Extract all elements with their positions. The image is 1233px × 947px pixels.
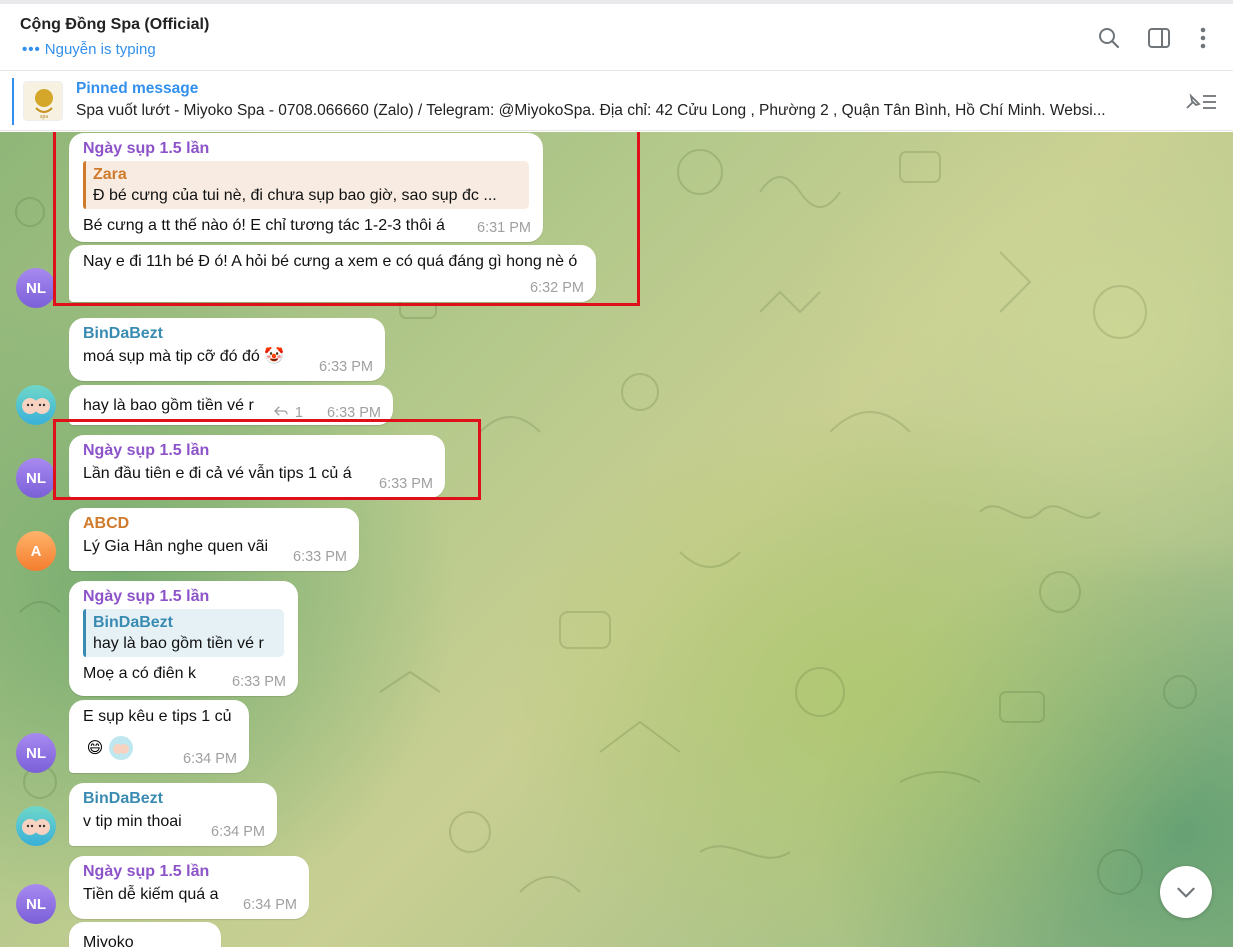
avatar[interactable]: A (16, 531, 56, 571)
message-text: Miyoko (83, 934, 134, 947)
message-time: 6:34 PM (211, 824, 265, 840)
search-icon[interactable] (1096, 25, 1122, 51)
reply-text: hay là bao gồm tiền vé r (93, 635, 264, 652)
message-sender[interactable]: Ngày sụp 1.5 lần (83, 139, 529, 159)
message-text: Nay e đi 11h bé Đ ó! A hỏi bé cưng a xem… (83, 253, 578, 270)
avatar-sticker-icon (22, 819, 50, 835)
reply-sender: BinDaBezt (93, 614, 174, 631)
svg-text:spa: spa (40, 114, 48, 120)
pinned-title: Pinned message (76, 80, 199, 97)
message-meta: 1 6:33 PM (273, 405, 381, 421)
typing-dots-icon: ••• (22, 41, 41, 58)
avatar[interactable]: NL (16, 268, 56, 308)
message-bubble[interactable]: Ngày sụp 1.5 lần Tiền dễ kiếm quá a 6:34… (69, 856, 309, 919)
message-bubble[interactable]: ABCD Lý Gia Hân nghe quen vãi 6:33 PM (69, 508, 359, 571)
message-bubble[interactable]: Nay e đi 11h bé Đ ó! A hỏi bé cưng a xem… (69, 245, 596, 302)
message-text: Bé cưng a tt thế nào ó! E chỉ tương tác … (83, 217, 445, 234)
message-bubble[interactable]: Ngày sụp 1.5 lần Lần đầu tiên e đi cả vé… (69, 435, 445, 498)
message-bubble[interactable]: hay là bao gồm tiền vé r 1 6:33 PM (69, 385, 393, 425)
message-sender[interactable]: Ngày sụp 1.5 lần (83, 862, 295, 882)
message-sender[interactable]: ABCD (83, 514, 345, 534)
pinned-indicator (12, 78, 14, 125)
message-time: 6:33 PM (319, 359, 373, 375)
reply-preview[interactable]: BinDaBezt hay là bao gồm tiền vé r (83, 609, 284, 657)
avatar[interactable]: NL (16, 733, 56, 773)
message-time: 6:33 PM (379, 476, 433, 492)
message-time: 6:33 PM (293, 549, 347, 565)
message-time: 6:31 PM (477, 220, 531, 236)
reply-sender: Zara (93, 166, 127, 183)
chat-background: Ngày sụp 1.5 lần Zara Đ bé cưng của tui … (0, 132, 1233, 947)
reply-arrow-icon[interactable] (273, 405, 291, 421)
message-time: 6:34 PM (183, 751, 237, 767)
pinned-text: Spa vuốt lướt - Miyoko Spa - 0708.066660… (76, 102, 1106, 119)
pin-list-icon[interactable] (1183, 90, 1219, 114)
chat-header[interactable]: Cộng Đồng Spa (Official) ••• Nguyễn is ty… (0, 4, 1233, 71)
message-time: 6:33 PM (232, 674, 286, 690)
typing-status: ••• Nguyễn is typing (22, 41, 156, 58)
reaction-avatar-icon[interactable] (109, 736, 133, 760)
message-bubble[interactable]: E sụp kêu e tips 1 củ 😄 6:34 PM (69, 700, 249, 773)
message-bubble[interactable]: BinDaBezt v tip min thoai 6:34 PM (69, 783, 277, 846)
reaction-emoji[interactable]: 😄 (83, 736, 107, 760)
message-sender[interactable]: Ngày sụp 1.5 lần (83, 441, 431, 461)
message-time: 6:34 PM (243, 897, 297, 913)
reply-preview[interactable]: Zara Đ bé cưng của tui nè, đi chưa sụp b… (83, 161, 529, 209)
message-time: 6:33 PM (327, 405, 381, 421)
scroll-down-button[interactable] (1160, 866, 1212, 918)
typing-status-text: Nguyễn is typing (44, 41, 156, 58)
avatar-sticker-icon (22, 398, 50, 414)
message-bubble[interactable]: BinDaBezt moá sụp mà tip cỡ đó đó 🤡 6:33… (69, 318, 385, 381)
reply-count[interactable]: 1 (295, 405, 303, 421)
avatar[interactable]: NL (16, 458, 56, 498)
message-time: 6:32 PM (530, 280, 584, 296)
message-sender[interactable]: BinDaBezt (83, 789, 263, 809)
avatar[interactable] (16, 385, 56, 425)
reply-text: Đ bé cưng của tui nè, đi chưa sụp bao gi… (93, 187, 497, 204)
pinned-message-bar[interactable]: spa Pinned message Spa vuốt lướt - Miyok… (0, 72, 1233, 131)
chat-title[interactable]: Cộng Đồng Spa (Official) (20, 16, 209, 34)
message-text: E sụp kêu e tips 1 củ (83, 708, 232, 725)
pinned-thumbnail: spa (23, 81, 63, 121)
message-sender[interactable]: BinDaBezt (83, 324, 371, 344)
sidebar-toggle-icon[interactable] (1146, 25, 1172, 51)
more-vertical-icon[interactable] (1190, 25, 1216, 51)
avatar[interactable] (16, 806, 56, 846)
chevron-down-icon (1177, 887, 1195, 898)
avatar[interactable]: NL (16, 884, 56, 924)
message-bubble[interactable]: Ngày sụp 1.5 lần Zara Đ bé cưng của tui … (69, 133, 543, 242)
message-sender[interactable]: Ngày sụp 1.5 lần (83, 587, 284, 607)
message-bubble[interactable]: Miyoko (69, 922, 221, 947)
message-bubble[interactable]: Ngày sụp 1.5 lần BinDaBezt hay là bao gồ… (69, 581, 298, 696)
